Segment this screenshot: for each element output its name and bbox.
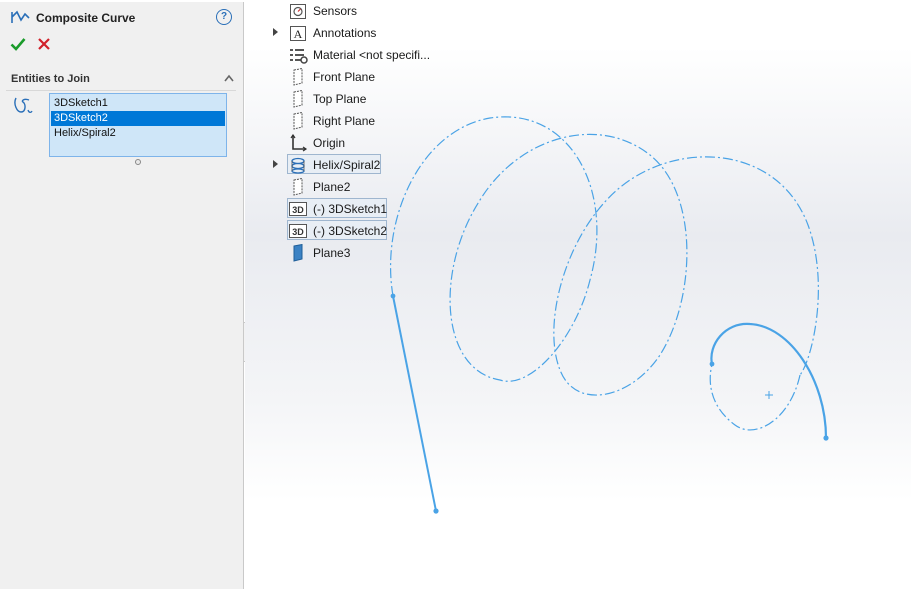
expand-arrow-icon[interactable] xyxy=(273,28,278,36)
curve-entities-icon xyxy=(14,97,33,114)
entities-group-header[interactable]: Entities to Join xyxy=(0,70,244,88)
tree-item-plane2[interactable]: Plane2 xyxy=(288,176,488,198)
tree-item-annotations[interactable]: A Annotations xyxy=(273,22,488,44)
entities-to-join-list[interactable]: 3DSketch1 3DSketch2 Helix/Spiral2 xyxy=(49,93,227,157)
tree-item-helix-spiral2[interactable]: Helix/Spiral2 xyxy=(273,154,488,176)
entity-list-item-selected[interactable]: 3DSketch2 xyxy=(51,111,225,126)
plane-solid-icon xyxy=(293,244,303,262)
plane-icon xyxy=(293,90,303,108)
tree-item-label: Sensors xyxy=(313,4,358,18)
tree-item-label: Helix/Spiral2 xyxy=(313,158,381,172)
tree-item-label: Front Plane xyxy=(313,70,376,84)
plane-icon xyxy=(293,68,303,86)
tree-item-material[interactable]: Material <not specifi... xyxy=(288,44,488,66)
group-divider xyxy=(6,90,236,91)
ok-checkmark-icon[interactable] xyxy=(10,36,26,52)
sensors-icon xyxy=(290,4,306,19)
tree-item-label: Annotations xyxy=(313,26,377,40)
origin-icon xyxy=(290,134,308,152)
tree-item-label: Material <not specifi... xyxy=(313,48,431,62)
tree-item-top-plane[interactable]: Top Plane xyxy=(288,88,488,110)
property-manager: Composite Curve ? Entities to Join 3DSke… xyxy=(0,0,244,589)
tree-item-right-plane[interactable]: Right Plane xyxy=(288,110,488,132)
entity-list-item[interactable]: 3DSketch1 xyxy=(51,96,225,111)
svg-text:3D: 3D xyxy=(292,205,304,215)
help-icon[interactable]: ? xyxy=(216,9,232,25)
annotations-icon: A xyxy=(290,26,306,41)
chevron-up-icon[interactable] xyxy=(224,74,234,82)
tree-item-label: Plane2 xyxy=(313,180,351,194)
sketch3d-icon: 3D xyxy=(289,224,307,238)
composite-curve-icon xyxy=(11,10,30,23)
pm-title: Composite Curve xyxy=(36,11,136,25)
pm-header: Composite Curve ? xyxy=(10,8,236,28)
tree-item-label: Right Plane xyxy=(313,114,376,128)
tree-item-plane3[interactable]: Plane3 xyxy=(288,242,488,264)
tree-item-front-plane[interactable]: Front Plane xyxy=(288,66,488,88)
material-icon xyxy=(290,49,308,64)
list-resize-handle[interactable] xyxy=(135,159,141,165)
sketch3d-icon: 3D xyxy=(289,202,307,216)
entities-group-title: Entities to Join xyxy=(11,73,90,85)
tree-item-origin[interactable]: Origin xyxy=(288,132,488,154)
tree-item-3dsketch1[interactable]: 3D (-) 3DSketch1 xyxy=(287,198,488,220)
plane-icon xyxy=(293,112,303,130)
tree-item-label: (-) 3DSketch2 xyxy=(313,224,388,238)
pm-top-divider xyxy=(0,0,244,2)
tree-item-sensors[interactable]: Sensors xyxy=(288,0,488,22)
entity-list-item[interactable]: Helix/Spiral2 xyxy=(51,126,225,141)
plane-icon xyxy=(293,178,303,196)
svg-text:3D: 3D xyxy=(292,227,304,237)
tree-item-label: Plane3 xyxy=(313,246,351,260)
cancel-x-icon[interactable] xyxy=(37,37,51,51)
tree-item-3dsketch2[interactable]: 3D (-) 3DSketch2 xyxy=(287,220,488,242)
tree-item-label: Origin xyxy=(313,136,346,150)
expand-arrow-icon[interactable] xyxy=(273,160,278,168)
helix-icon xyxy=(291,157,305,174)
svg-text:A: A xyxy=(294,27,303,41)
tree-item-label: Top Plane xyxy=(313,92,367,106)
tree-item-label: (-) 3DSketch1 xyxy=(313,202,388,216)
